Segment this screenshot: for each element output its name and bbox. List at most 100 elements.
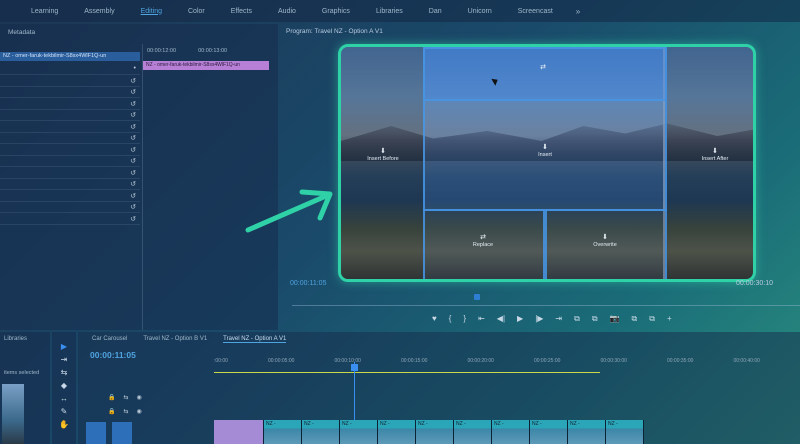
workspace-more-icon[interactable]: » [566,7,580,16]
metadata-row[interactable]: ↺ [0,214,140,225]
sequence-tab[interactable]: Car Carousel [92,336,127,343]
workspace-tab-learning[interactable]: Learning [18,8,71,15]
undo-icon[interactable]: ↺ [130,180,136,188]
program-timecode-current[interactable]: 00:00:11:05 [290,280,326,287]
library-thumbnail[interactable] [2,384,24,444]
lock-icon[interactable]: 🔒 [108,394,115,406]
workspace-tab-unicorn[interactable]: Unicorn [455,8,505,15]
timeline-clip[interactable]: NZ - [530,420,568,444]
undo-icon[interactable]: ↺ [130,77,136,85]
insert-after-zone[interactable] [663,47,753,279]
track-target-v2[interactable] [112,422,132,444]
transport-button[interactable]: ▶ [517,314,523,324]
metadata-row[interactable]: ↺ [0,99,140,110]
tool-button[interactable]: ⇆ [61,368,68,377]
timeline-ruler[interactable]: :00:00 00:00:05:00 00:00:10:00 00:00:15:00 0… [214,358,800,368]
undo-icon[interactable]: ↺ [130,157,136,165]
metadata-row[interactable]: ↺ [0,168,140,179]
metadata-row[interactable]: ↺ [0,87,140,98]
undo-icon[interactable]: ↺ [130,123,136,131]
transport-button[interactable]: ⧉ [574,314,580,324]
transport-button[interactable]: 📷 [610,314,620,324]
transport-button[interactable]: ⧉ [592,314,598,324]
sequence-tab[interactable]: Travel NZ - Option B V1 [143,336,207,343]
tool-button[interactable]: ▶ [61,342,67,351]
metadata-row[interactable]: ↺ [0,156,140,167]
timeline-clip-purple[interactable] [214,420,264,444]
eye-icon[interactable]: ◉ [137,408,142,420]
in-out-range [214,372,600,373]
tool-button[interactable]: ⇥ [61,355,68,364]
tool-button[interactable]: ↔ [60,394,68,403]
insert-before-zone[interactable] [341,47,423,279]
sync-icon[interactable]: ⇆ [123,408,128,420]
undo-icon[interactable]: ↺ [130,134,136,142]
metadata-selected-row[interactable]: NZ - omer-faruk-tekbilmir-S8sx4WlF1Q-un [0,52,140,61]
timeline-clip[interactable]: NZ - [454,420,492,444]
metadata-row[interactable]: ↺ [0,110,140,121]
transport-button[interactable]: ♥ [432,314,437,324]
workspace-tab-effects[interactable]: Effects [218,8,265,15]
program-monitor: Program: Travel NZ - Option A V1 ⬇ Inser… [282,24,800,334]
workspace-tab-assembly[interactable]: Assembly [71,8,127,15]
workspace-tab-screencast[interactable]: Screencast [505,8,566,15]
metadata-row[interactable]: ↺ [0,191,140,202]
dot-icon[interactable]: • [134,65,136,72]
transport-button[interactable]: |▶ [535,314,543,324]
undo-icon[interactable]: ↺ [130,215,136,223]
undo-icon[interactable]: ↺ [130,192,136,200]
transport-button[interactable]: ⇤ [478,314,485,324]
timeline-clip[interactable]: NZ - [302,420,340,444]
timeline-clip[interactable]: NZ - [568,420,606,444]
libraries-title[interactable]: Libraries [0,332,50,346]
tool-button[interactable]: ✎ [61,407,68,416]
tool-button[interactable]: ◆ [61,381,67,390]
workspace-tab-dan[interactable]: Dan [416,8,455,15]
program-video-frame[interactable]: ⬇ Insert Before ⬇ Insert ⬇ Insert After … [338,44,756,282]
timeline-clip[interactable]: NZ - [340,420,378,444]
metadata-row[interactable]: ↺ [0,133,140,144]
metadata-row[interactable]: ↺ [0,76,140,87]
lock-icon[interactable]: 🔒 [108,408,115,420]
timeline-playhead[interactable] [351,364,358,371]
workspace-tab-graphics[interactable]: Graphics [309,8,363,15]
transport-button[interactable]: ⇥ [555,314,562,324]
workspace-tab-libraries[interactable]: Libraries [363,8,416,15]
timeline-clip[interactable]: NZ - [378,420,416,444]
metadata-clip-label[interactable]: NZ - omer-faruk-tekbilmir-S8sx4WlF1Q-un [143,61,269,70]
workspace-tab-audio[interactable]: Audio [265,8,309,15]
metadata-row[interactable]: • [0,64,140,75]
workspace-tab-color[interactable]: Color [175,8,218,15]
program-playhead[interactable] [474,294,480,300]
undo-icon[interactable]: ↺ [130,111,136,119]
workspace-tab-editing[interactable]: Editing [128,8,175,15]
transport-button[interactable]: ◀| [497,314,505,324]
transport-button[interactable]: + [667,314,672,324]
undo-icon[interactable]: ↺ [130,100,136,108]
metadata-row[interactable]: ↺ [0,202,140,213]
undo-icon[interactable]: ↺ [130,203,136,211]
sequence-tab[interactable]: Travel NZ - Option A V1 [223,336,287,343]
timeline-clip[interactable]: NZ - [492,420,530,444]
track-target-v1[interactable] [86,422,106,444]
metadata-row[interactable]: ↺ [0,179,140,190]
metadata-row[interactable]: ↺ [0,122,140,133]
sync-icon[interactable]: ⇆ [123,394,128,406]
undo-icon[interactable]: ↺ [130,169,136,177]
transport-button[interactable]: ⧉ [632,314,638,324]
sequence-timecode[interactable]: 00:00:11:05 [90,350,136,360]
timeline-clip[interactable]: NZ - [264,420,302,444]
insert-after-label: ⬇ Insert After [675,147,753,162]
transport-button[interactable]: { [449,314,452,324]
undo-icon[interactable]: ↺ [130,88,136,96]
metadata-row[interactable]: ↺ [0,145,140,156]
undo-icon[interactable]: ↺ [130,146,136,154]
overlay-top-zone[interactable] [423,47,667,99]
transport-button[interactable]: } [463,314,466,324]
timeline-clip[interactable]: NZ - [416,420,454,444]
program-scrub-bar[interactable] [292,305,800,306]
eye-icon[interactable]: ◉ [137,394,142,406]
transport-button[interactable]: ⧉ [649,314,655,324]
timeline-clip[interactable]: NZ - [606,420,644,444]
tool-button[interactable]: ✋ [59,420,69,429]
